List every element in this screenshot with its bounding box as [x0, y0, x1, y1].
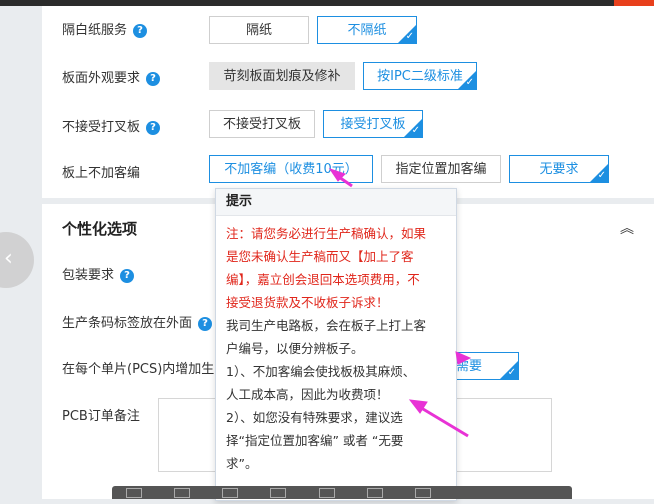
tooltip-warning-line: 接受退货款及不收板子诉求！ — [226, 295, 389, 310]
tooltip-line: 2）、如您没有特殊要求，建议选 — [226, 410, 403, 425]
help-icon[interactable]: ? — [146, 120, 161, 135]
row-label-text: 包装要求 — [62, 268, 115, 283]
chevron-left-icon: ‹ — [4, 246, 13, 271]
row-label-order-remark: PCB订单备注 — [62, 405, 140, 424]
help-icon[interactable]: ? — [146, 71, 161, 86]
option-label: 接受打叉板 — [340, 117, 406, 132]
tooltip-title: 提示 — [216, 189, 456, 216]
option-label: 不加客编（收费10元） — [224, 162, 358, 177]
option-no-requirement[interactable]: 无要求 ✓ — [509, 155, 609, 183]
row-label-packaging: 包装要求? — [62, 264, 135, 283]
option-label: 苛刻板面划痕及修补 — [223, 69, 341, 84]
tooltip-warning-line: 是您未确认生产稿而又【加上了客 — [226, 249, 414, 264]
option-ipc-class2[interactable]: 按IPC二级标准 ✓ — [363, 62, 477, 90]
option-no-customer-code[interactable]: 不加客编（收费10元） — [209, 155, 373, 183]
tooltip-warning-line: 编】，嘉立创会退回本选项费用，不 — [226, 272, 420, 287]
tooltip-line: 求”。 — [226, 456, 258, 471]
option-label: 按IPC二级标准 — [377, 69, 463, 84]
toolbar-icon[interactable] — [174, 488, 191, 498]
option-label: 指定位置加客编 — [395, 162, 487, 177]
option-label: 不接受打叉板 — [222, 117, 301, 132]
option-reject-x-out[interactable]: 不接受打叉板 — [209, 110, 315, 138]
toolbar-icon[interactable] — [126, 488, 142, 498]
tooltip-popup: 提示 注：请您务必进行生产稿确认，如果 是您未确认生产稿而又【加上了客 编】，嘉… — [215, 188, 457, 501]
row-label-board-appearance: 板面外观要求? — [62, 67, 161, 86]
bottom-toolbar — [112, 486, 572, 499]
option-paper[interactable]: 隔纸 — [209, 16, 309, 44]
row-label-text: 板上不加客编 — [62, 166, 141, 181]
option-label: 无要求 — [539, 162, 579, 177]
help-icon[interactable]: ? — [198, 316, 213, 331]
option-specified-position-code[interactable]: 指定位置加客编 — [381, 155, 501, 183]
row-label-text: 不接受打叉板 — [62, 120, 141, 135]
option-no-paper[interactable]: 不隔纸 ✓ — [317, 16, 417, 44]
row-label-text: 生产条码标签放在外面 — [62, 316, 193, 331]
option-strict-appearance[interactable]: 苛刻板面划痕及修补 — [209, 62, 355, 90]
row-label-customer-code: 板上不加客编 — [62, 162, 140, 181]
check-icon: ✓ — [597, 170, 606, 181]
tooltip-line: 我司生产电路板，会在板子上打上客 — [226, 318, 427, 333]
toolbar-icon[interactable] — [222, 488, 239, 498]
help-icon[interactable]: ? — [133, 23, 148, 38]
row-label-text: 隔白纸服务 — [62, 23, 128, 38]
tooltip-line: 人工成本高，因此为收费项！ — [226, 387, 389, 402]
row-label-text: 板面外观要求 — [62, 71, 141, 86]
option-label: 需要 — [455, 359, 482, 374]
row-label-barcode-outside: 生产条码标签放在外面? — [62, 312, 213, 331]
option-accept-x-out[interactable]: 接受打叉板 ✓ — [323, 110, 423, 138]
row-label-x-out-board: 不接受打叉板? — [62, 116, 161, 135]
row-label-text: PCB订单备注 — [62, 409, 140, 424]
row-label-text: 在每个单片(PCS)内增加生 — [62, 362, 215, 377]
tooltip-line: 户编号，以便分辨板子。 — [226, 341, 364, 356]
tooltip-line: 择“指定位置加客编” 或者 “无要 — [226, 433, 404, 448]
toolbar-icon[interactable] — [270, 488, 287, 498]
carousel-prev-button[interactable]: ‹ — [0, 232, 34, 288]
option-label: 不隔纸 — [347, 23, 387, 38]
check-icon: ✓ — [507, 367, 516, 378]
toolbar-icon[interactable] — [366, 488, 383, 498]
help-icon[interactable]: ? — [120, 268, 135, 283]
toolbar-icon[interactable] — [414, 488, 431, 498]
toolbar-icon[interactable] — [318, 488, 335, 498]
double-chevron-up-icon[interactable]: ︽ — [620, 218, 634, 238]
section-title: 个性化选项 — [62, 220, 138, 238]
check-icon: ✓ — [405, 31, 414, 42]
tooltip-line: 1）、不加客编会使找板极其麻烦、 — [226, 364, 416, 379]
check-icon: ✓ — [465, 77, 474, 88]
check-icon: ✓ — [411, 125, 420, 136]
tooltip-warning-line: 注：请您务必进行生产稿确认，如果 — [226, 226, 427, 241]
row-label-per-pcs: 在每个单片(PCS)内增加生 — [62, 358, 214, 377]
row-label-paper-separator: 隔白纸服务? — [62, 19, 148, 38]
option-label: 隔纸 — [245, 23, 272, 38]
tooltip-body: 注：请您务必进行生产稿确认，如果 是您未确认生产稿而又【加上了客 编】，嘉立创会… — [216, 216, 456, 475]
